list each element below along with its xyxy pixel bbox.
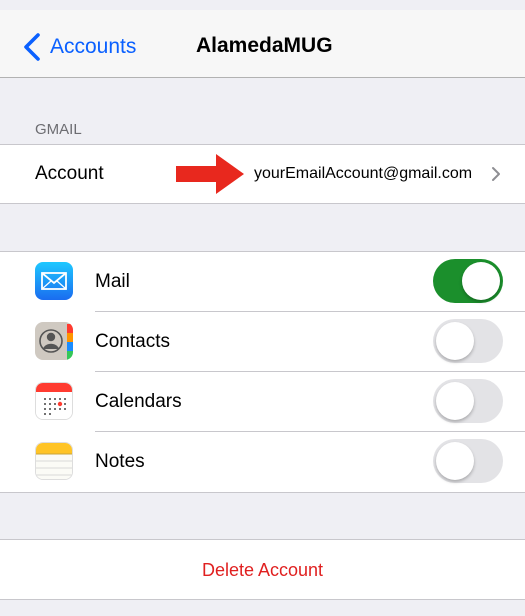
back-button[interactable]: Accounts (22, 32, 136, 62)
back-button-label: Accounts (50, 35, 137, 58)
account-label: Account (35, 163, 104, 184)
calendars-toggle[interactable] (433, 379, 503, 423)
account-email-value: yourEmailAccount@gmail.com (254, 165, 473, 182)
divider (95, 371, 525, 372)
chevron-right-icon (492, 167, 500, 181)
section-header: GMAIL (35, 121, 82, 138)
red-arrow-annotation-icon (176, 154, 244, 194)
divider (95, 431, 525, 432)
toggle-knob (436, 382, 474, 420)
chevron-left-icon (24, 33, 40, 61)
toggle-knob (436, 442, 474, 480)
divider (0, 203, 525, 204)
navigation-bar: Accounts AlamedaMUG (0, 10, 525, 78)
mail-toggle[interactable] (433, 259, 503, 303)
notes-icon (35, 442, 73, 480)
toggle-knob (462, 262, 500, 300)
divider (0, 492, 525, 493)
toggle-knob (436, 322, 474, 360)
service-label: Mail (95, 271, 130, 292)
divider (95, 311, 525, 312)
divider (0, 599, 525, 600)
notes-toggle[interactable] (433, 439, 503, 483)
calendar-icon (35, 382, 73, 420)
service-label: Notes (95, 451, 145, 472)
service-label: Contacts (95, 331, 170, 352)
mail-icon (35, 262, 73, 300)
page-title: AlamedaMUG (196, 34, 333, 57)
delete-account-button[interactable]: Delete Account (0, 560, 525, 581)
service-label: Calendars (95, 391, 182, 412)
contacts-icon (35, 322, 73, 360)
contacts-toggle[interactable] (433, 319, 503, 363)
